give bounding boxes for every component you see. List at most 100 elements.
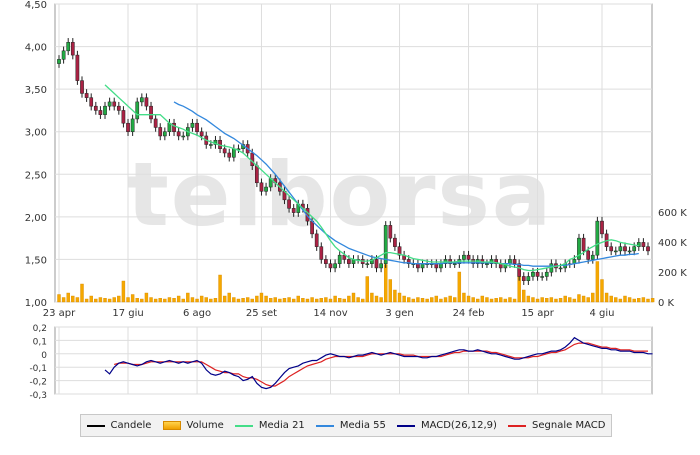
volume-bar <box>416 297 420 303</box>
volume-bar <box>135 298 139 303</box>
volume-bar <box>291 298 296 303</box>
legend-item: Volume <box>162 420 224 431</box>
volume-bar <box>379 297 383 303</box>
volume-bar <box>324 297 328 303</box>
volume-bar <box>117 295 121 303</box>
volume-bar <box>499 297 503 303</box>
volume-bar <box>268 298 273 303</box>
macd-y-tick-label: -0,1 <box>29 364 47 374</box>
candle-body <box>641 242 646 247</box>
candle-body <box>57 59 61 64</box>
legend-label: Segnale MACD <box>532 420 606 431</box>
volume-bar <box>333 295 337 303</box>
volume-bar <box>494 298 498 303</box>
volume-bar <box>80 283 84 303</box>
legend-label: Candele <box>110 420 152 431</box>
candle-body <box>462 254 466 260</box>
candle-body <box>139 97 144 103</box>
candle-body <box>264 186 268 192</box>
candle-body <box>452 263 457 265</box>
volume-bar <box>241 298 245 303</box>
volume-bar <box>558 298 563 303</box>
volume-bar <box>278 298 282 303</box>
x-tick-label: 14 nov <box>313 308 347 319</box>
volume-bar <box>531 297 535 303</box>
candle-body <box>379 263 383 269</box>
candle-body <box>365 263 370 265</box>
volume-bar <box>84 298 89 303</box>
volume-y-tick-label: 400 K <box>658 238 687 249</box>
volume-bar <box>614 297 618 303</box>
candle-body <box>646 246 650 252</box>
x-tick-label: 3 gen <box>385 308 413 319</box>
volume-bar <box>365 276 370 303</box>
volume-bar <box>305 298 310 303</box>
candle-body <box>485 263 489 265</box>
volume-bar <box>347 295 351 303</box>
volume-bar <box>581 295 586 303</box>
volume-bar <box>480 295 485 303</box>
legend-swatch <box>508 424 527 427</box>
chart-legend: Candele Volume Media 21 Media 55 MACD(26,12,… <box>80 414 612 437</box>
volume-bar <box>130 294 135 303</box>
volume-bar <box>604 292 609 303</box>
volume-bar <box>425 298 429 303</box>
candle-body <box>609 246 614 252</box>
volume-bar <box>204 297 208 303</box>
candle-body <box>328 263 333 269</box>
volume-bar <box>264 295 268 303</box>
candle-body <box>93 105 98 111</box>
volume-bar <box>186 292 190 303</box>
volume-bar <box>522 289 526 303</box>
volume-bar <box>535 298 540 303</box>
macd-y-tick-label: 0,1 <box>33 337 47 347</box>
legend-item: Media 55 <box>315 420 386 431</box>
candle-body <box>80 80 84 94</box>
volume-bar <box>176 295 181 303</box>
candle-body <box>618 246 623 252</box>
candle-body <box>314 233 319 247</box>
candle-body <box>581 237 586 252</box>
candle-body <box>130 118 135 132</box>
volume-bar <box>227 292 231 303</box>
candle-body <box>176 131 181 137</box>
candle-body <box>89 97 94 107</box>
volume-bar <box>370 292 374 303</box>
x-tick-label: 15 apr <box>521 308 554 319</box>
macd-y-tick-label: 0 <box>41 351 47 361</box>
volume-bar <box>112 297 116 303</box>
watermark-logo: telborsa <box>127 143 554 246</box>
volume-bar <box>94 298 98 303</box>
candle-body <box>383 225 388 264</box>
volume-bar <box>549 297 554 303</box>
volume-bar <box>650 298 655 303</box>
candle-body <box>347 259 351 264</box>
candle-body <box>107 101 112 107</box>
volume-bar <box>632 298 636 303</box>
volume-bar <box>600 279 604 303</box>
volume-bar <box>388 279 393 303</box>
volume-bar <box>250 298 254 303</box>
candle-body <box>531 271 535 277</box>
volume-bar <box>287 297 291 303</box>
volume-bar <box>462 292 466 303</box>
candle-body <box>250 152 255 167</box>
volume-bar <box>554 298 558 303</box>
price-y-tick-label: 4,50 <box>25 0 47 11</box>
volume-bar <box>563 295 567 303</box>
volume-bar <box>57 294 61 303</box>
candle-body <box>222 148 227 154</box>
volume-bar <box>66 292 70 303</box>
volume-bar <box>149 297 153 303</box>
volume-bar <box>209 298 213 303</box>
volume-bar <box>190 297 195 303</box>
volume-bar <box>121 280 126 303</box>
x-tick-label: 23 apr <box>43 308 76 319</box>
volume-bar <box>337 298 342 303</box>
volume-bar <box>443 297 448 303</box>
macd-y-tick-label: -0,2 <box>29 378 47 388</box>
candle-body <box>255 165 259 184</box>
legend-swatch <box>315 424 334 427</box>
candle-body <box>149 105 153 120</box>
price-y-tick-label: 2,00 <box>25 213 47 224</box>
